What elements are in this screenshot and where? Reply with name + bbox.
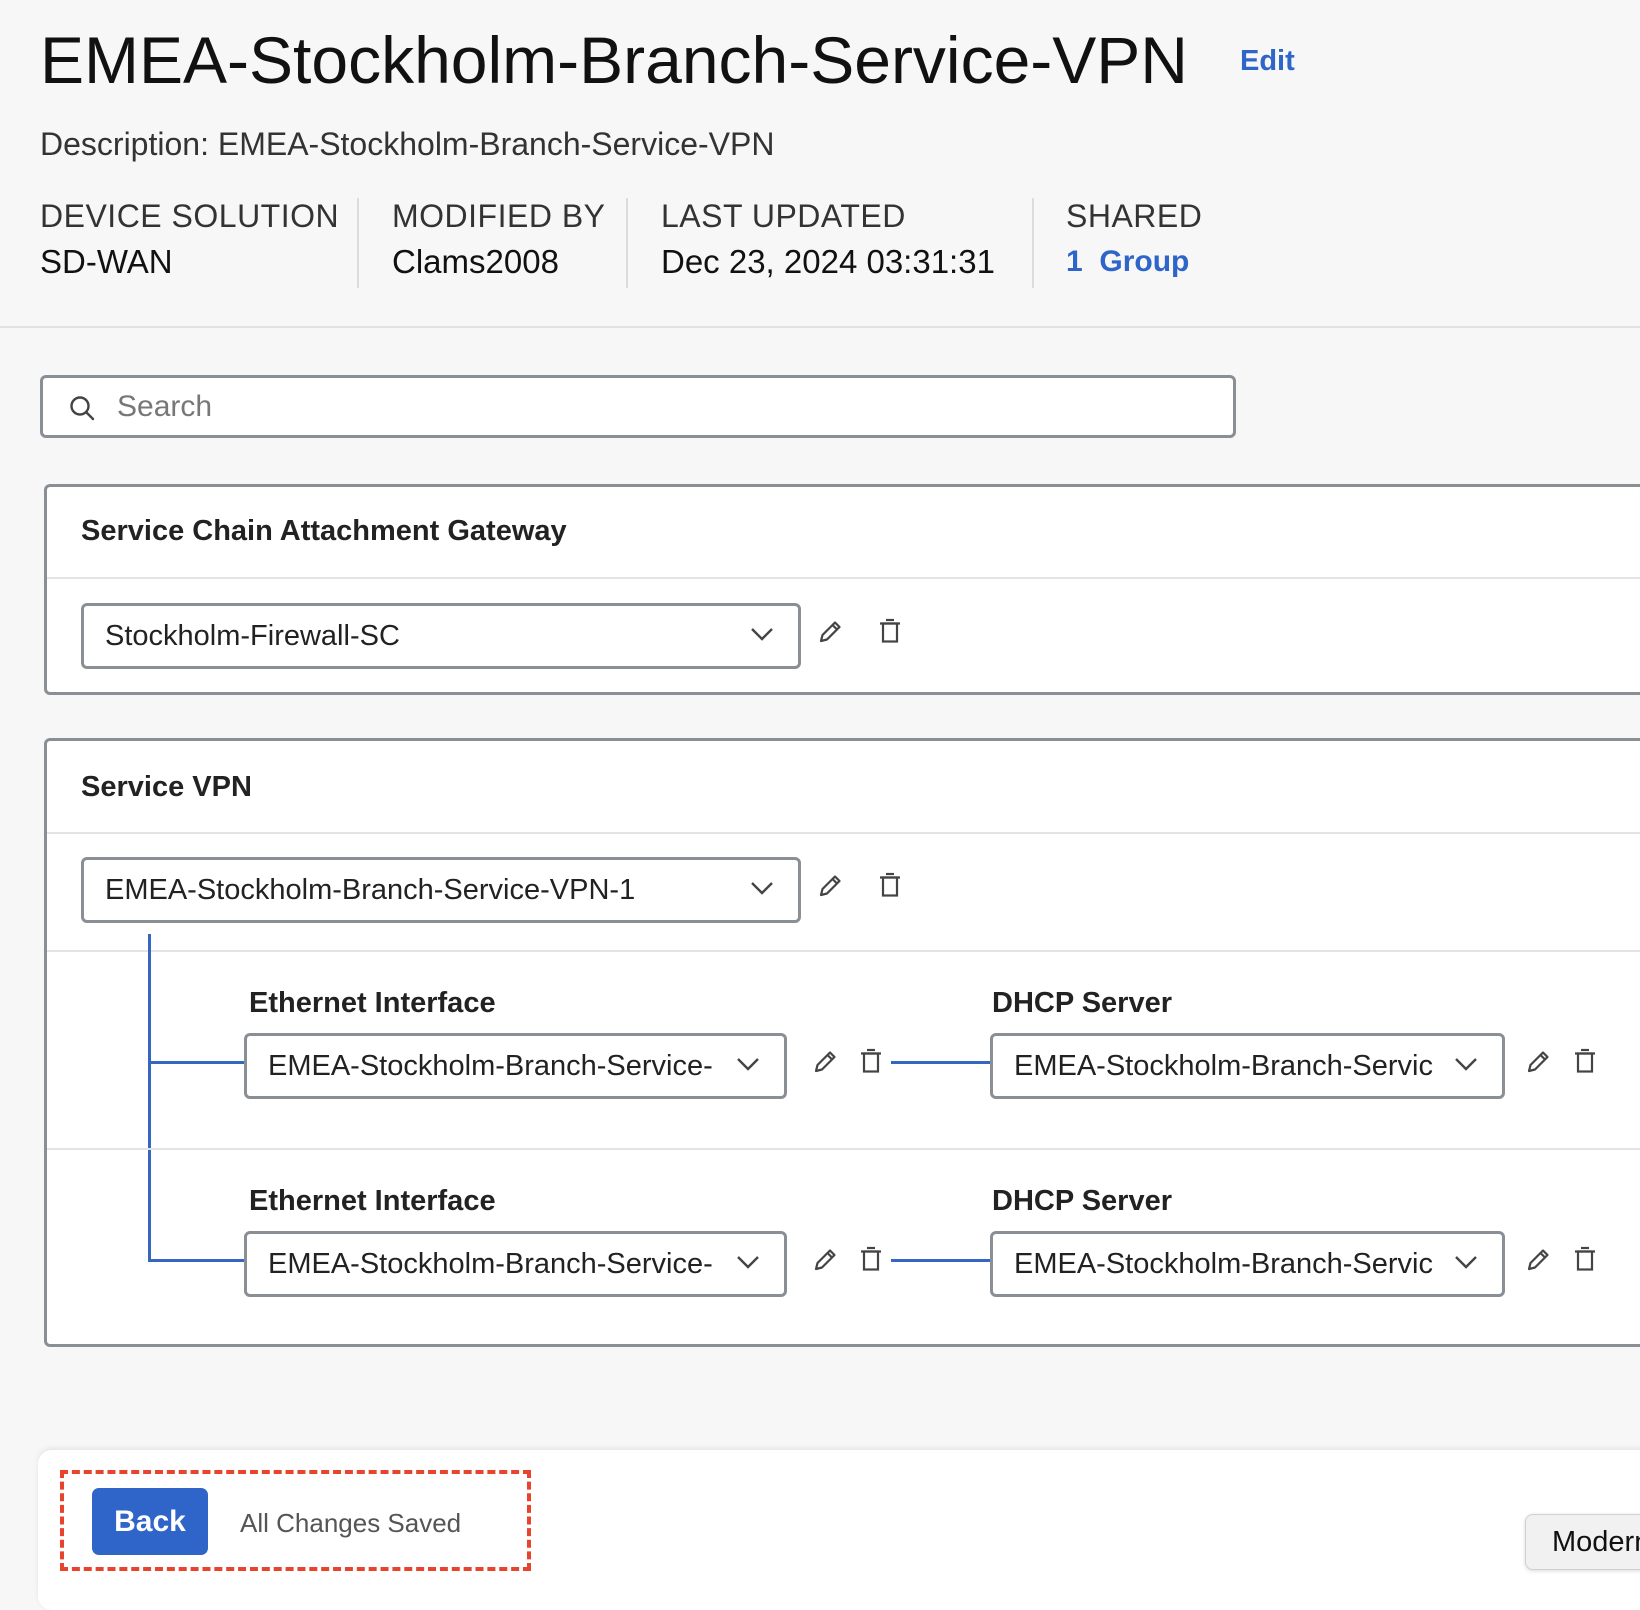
tree-connector — [148, 934, 151, 1261]
tree-connector — [148, 1061, 244, 1064]
pencil-icon[interactable] — [1524, 1048, 1556, 1080]
dhcp-server-label: DHCP Server — [992, 987, 1173, 1019]
select-value: EMEA-Stockholm-Branch-Service-VPN-1 — [105, 874, 636, 906]
meta-value: SD-WAN — [40, 243, 173, 280]
divider — [47, 832, 1640, 834]
divider — [1032, 198, 1034, 288]
chevron-down-icon — [736, 1056, 760, 1077]
meta-device-solution: DEVICE SOLUTION SD-WAN — [40, 198, 339, 290]
meta-last-updated: LAST UPDATED Dec 23, 2024 03:31:31 — [661, 198, 995, 290]
dhcp-server-label: DHCP Server — [992, 1185, 1173, 1217]
tree-connector — [148, 1259, 244, 1262]
chevron-down-icon — [736, 1254, 760, 1275]
ethernet-interface-select[interactable]: EMEA-Stockholm-Branch-Service- — [244, 1231, 787, 1297]
description: Description: EMEA-Stockholm-Branch-Servi… — [40, 126, 775, 162]
tooltip: Modern — [1525, 1514, 1640, 1570]
ethernet-interface-label: Ethernet Interface — [249, 987, 496, 1019]
tree-connector — [891, 1259, 990, 1262]
service-vpn-card: Service VPN EMEA-Stockholm-Branch-Servic… — [44, 738, 1640, 1347]
select-value: EMEA-Stockholm-Branch-Servic — [1014, 1248, 1433, 1280]
divider — [47, 577, 1640, 579]
pencil-icon[interactable] — [816, 872, 848, 904]
trash-icon[interactable] — [857, 1245, 889, 1277]
dhcp-server-select[interactable]: EMEA-Stockholm-Branch-Servic — [990, 1033, 1505, 1099]
meta-label: SHARED — [1066, 198, 1203, 234]
trash-icon[interactable] — [876, 871, 908, 903]
meta-value: Clams2008 — [392, 243, 559, 280]
service-chain-select[interactable]: Stockholm-Firewall-SC — [81, 603, 801, 669]
meta-label: LAST UPDATED — [661, 198, 906, 234]
divider — [47, 1148, 1640, 1150]
search-icon — [68, 394, 96, 427]
divider — [357, 198, 359, 288]
chevron-down-icon — [750, 626, 774, 647]
pencil-icon[interactable] — [811, 1246, 843, 1278]
card-title: Service Chain Attachment Gateway — [81, 515, 567, 547]
select-value: EMEA-Stockholm-Branch-Service- — [268, 1248, 713, 1280]
tooltip-text: Modern — [1552, 1526, 1640, 1558]
card-title: Service VPN — [81, 771, 252, 803]
trash-icon[interactable] — [1571, 1047, 1603, 1079]
trash-icon[interactable] — [1571, 1245, 1603, 1277]
select-value: EMEA-Stockholm-Branch-Service- — [268, 1050, 713, 1082]
service-chain-card: Service Chain Attachment Gateway Stockho… — [44, 484, 1640, 695]
meta-modified-by: MODIFIED BY Clams2008 — [392, 198, 606, 290]
tree-connector — [891, 1061, 990, 1064]
divider — [626, 198, 628, 288]
chevron-down-icon — [1454, 1056, 1478, 1077]
trash-icon[interactable] — [857, 1047, 889, 1079]
ethernet-interface-label: Ethernet Interface — [249, 1185, 496, 1217]
meta-label: DEVICE SOLUTION — [40, 198, 340, 234]
meta-shared: SHARED 1 Group — [1066, 198, 1202, 290]
meta-value: Dec 23, 2024 03:31:31 — [661, 243, 995, 280]
trash-icon[interactable] — [876, 617, 908, 649]
page-header: EMEA-Stockholm-Branch-Service-VPN Edit D… — [0, 0, 1640, 328]
dhcp-server-select[interactable]: EMEA-Stockholm-Branch-Servic — [990, 1231, 1505, 1297]
service-vpn-select[interactable]: EMEA-Stockholm-Branch-Service-VPN-1 — [81, 857, 801, 923]
back-button[interactable]: Back — [92, 1488, 208, 1555]
chevron-down-icon — [1454, 1254, 1478, 1275]
divider — [47, 950, 1640, 952]
pencil-icon[interactable] — [1524, 1246, 1556, 1278]
search-box[interactable] — [40, 375, 1236, 438]
meta-label: MODIFIED BY — [392, 198, 606, 234]
page-title: EMEA-Stockholm-Branch-Service-VPN — [40, 23, 1188, 97]
chevron-down-icon — [750, 880, 774, 901]
pencil-icon[interactable] — [816, 618, 848, 650]
pencil-icon[interactable] — [811, 1048, 843, 1080]
ethernet-interface-select[interactable]: EMEA-Stockholm-Branch-Service- — [244, 1033, 787, 1099]
shared-group-link[interactable]: 1 Group — [1066, 245, 1202, 279]
select-value: Stockholm-Firewall-SC — [105, 620, 400, 652]
edit-link[interactable]: Edit — [1240, 45, 1295, 78]
save-status: All Changes Saved — [240, 1508, 462, 1538]
search-input[interactable] — [115, 384, 1219, 430]
select-value: EMEA-Stockholm-Branch-Servic — [1014, 1050, 1433, 1082]
